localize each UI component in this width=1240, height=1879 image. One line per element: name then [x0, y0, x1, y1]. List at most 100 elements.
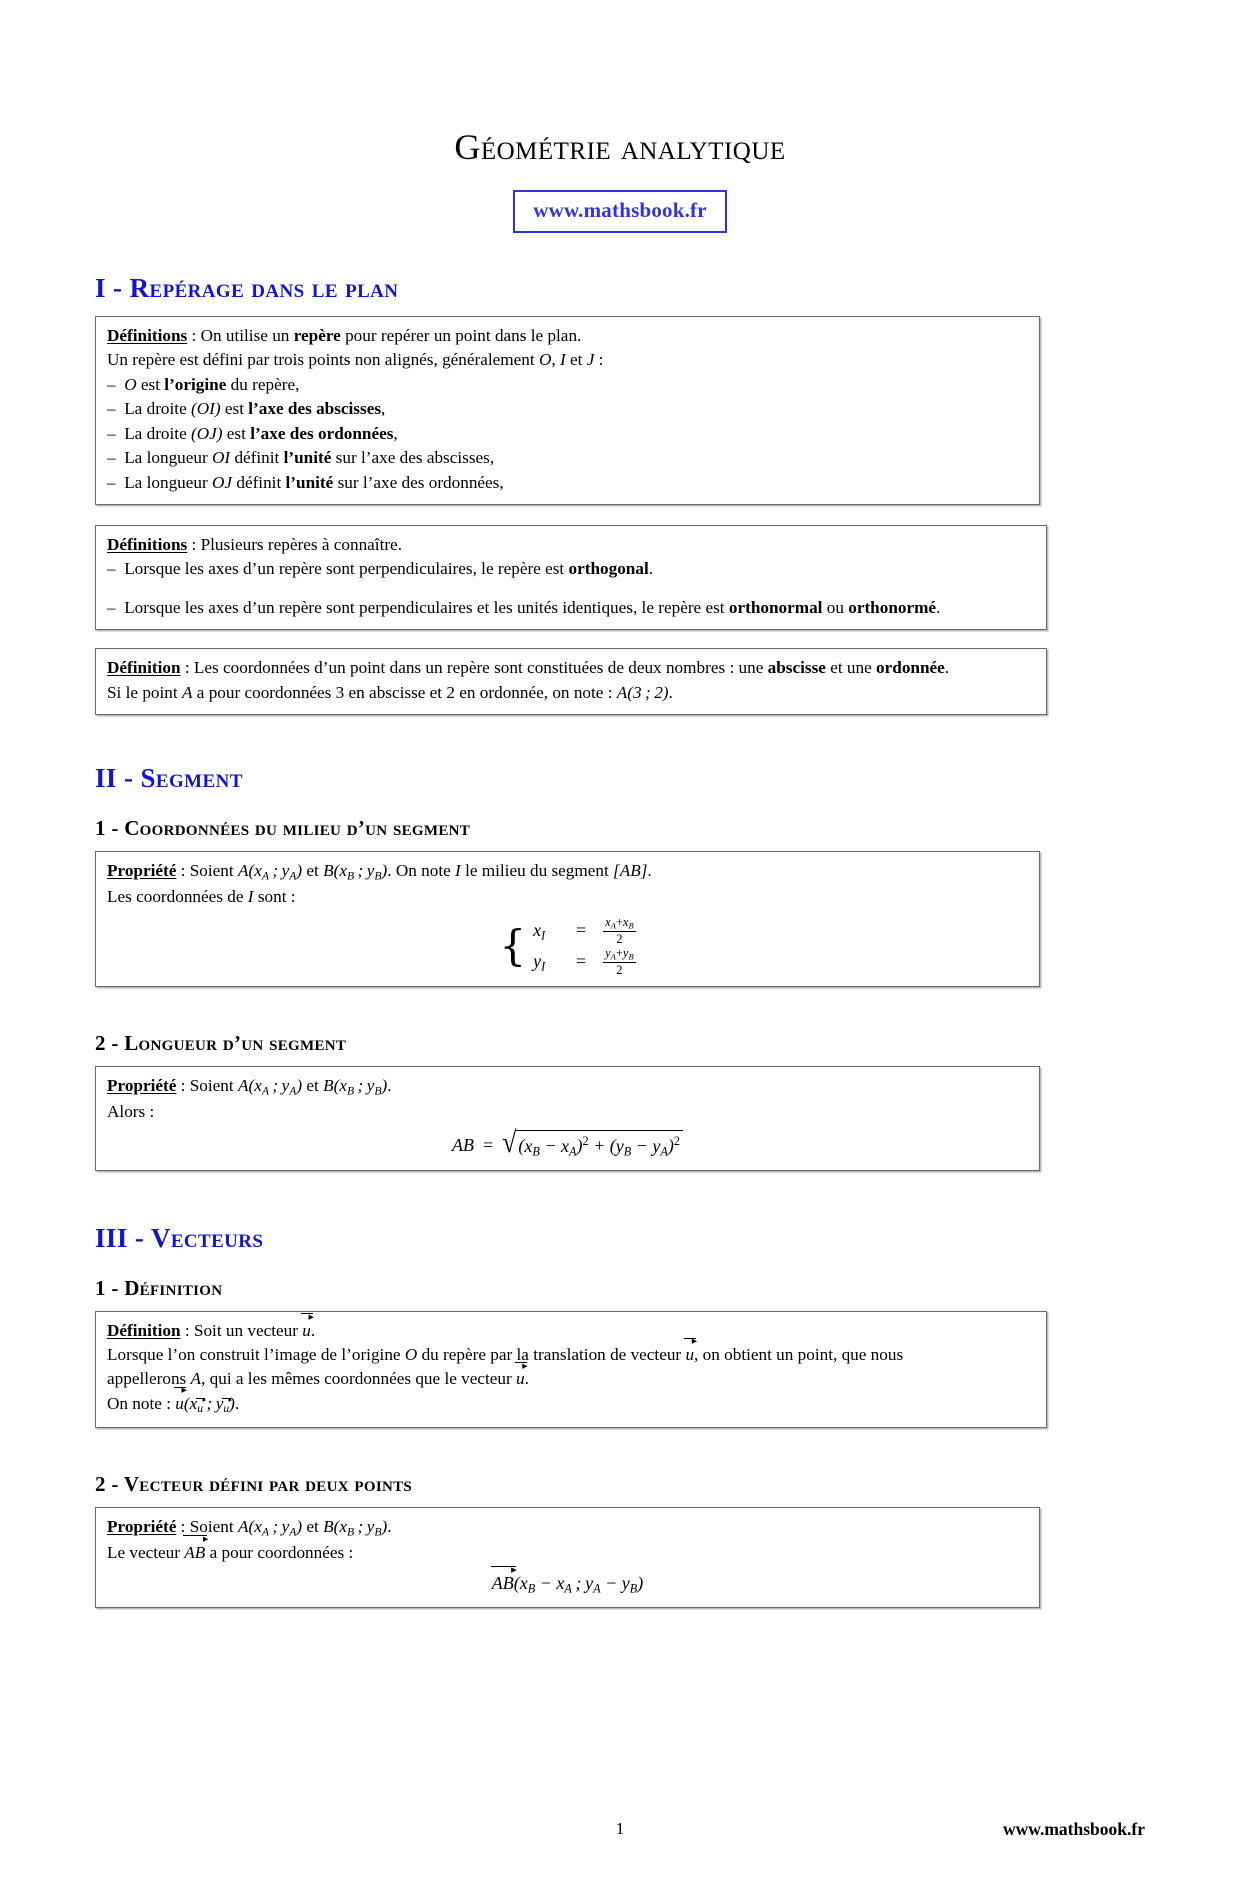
- math-point-B: B(xB ; yB): [323, 1516, 388, 1538]
- item-math: OI: [212, 448, 231, 468]
- item-pre: La longueur: [124, 472, 213, 492]
- box3-line-2: Si le point A a pour coordonnées 3 en ab…: [107, 681, 1035, 705]
- vector-arrow-icon: ▸: [202, 1534, 209, 1546]
- vector-arrow-icon: ▸: [691, 1336, 698, 1348]
- fraction-numerator: xA+xB: [603, 915, 636, 933]
- vec2-line-2: Le vecteur AB ▸ a pour coordonnées :: [107, 1534, 1028, 1565]
- row-lhs: yI: [533, 950, 546, 974]
- vector-u: u ▸: [684, 1337, 697, 1367]
- longueur-end: .: [387, 1076, 392, 1096]
- section-title-3: Vecteurs: [150, 1222, 264, 1253]
- box3-l2-post: .: [668, 682, 673, 702]
- vecteur-l3-pre: appellerons: [107, 1369, 191, 1389]
- milieu-l2-pre: Les coordonnées de: [107, 886, 248, 906]
- definition-box-orthogonal: Définitions : Plusieurs repères à connaî…: [95, 524, 1047, 631]
- vector-arrow-icon: ▸: [181, 1385, 187, 1397]
- box3-pre: : Les coordonnées d’un point dans un rep…: [180, 658, 768, 678]
- vecteur-line-4: On note : u ▸ (xu ▸ ; yu ▸).: [107, 1386, 1035, 1418]
- item-bold-1: orthonormal: [728, 597, 823, 617]
- box2-intro: : Plusieurs repères à connaître.: [187, 534, 402, 554]
- vec2-label: Propriété: [107, 1516, 177, 1536]
- list-item: Lorsque les axes d’un repère sont perpen…: [107, 596, 1035, 620]
- longueur-pre: : Soient: [176, 1076, 238, 1096]
- math-point-A: A(xA ; yA): [237, 861, 303, 883]
- subsection-heading-3-2: 2 - Vecteur défini par deux points: [95, 1472, 1240, 1497]
- vector-AB-coords: (xB − xA ; yA − yB): [513, 1573, 644, 1596]
- vector-u-coords: (xu ▸ ; yu ▸): [184, 1394, 235, 1415]
- definition-box-vecteur: Définition : Soit un vecteur u ▸. Lorsque…: [95, 1310, 1047, 1428]
- math-point-B: B(xB ; yB): [323, 1076, 388, 1098]
- vec2-mid: et: [302, 1516, 324, 1536]
- fraction-denominator: 2: [616, 932, 623, 947]
- math-A: A: [181, 682, 193, 702]
- item-math: (OI): [191, 399, 221, 419]
- longueur-label: Propriété: [107, 1076, 177, 1096]
- vecteur-label: Définition: [107, 1320, 181, 1340]
- milieu-label: Propriété: [107, 861, 177, 881]
- site-url-badge[interactable]: www.mathsbook.fr: [513, 190, 727, 233]
- system-rows: xI = xA+xB 2 yI = yA+yB 2: [533, 915, 636, 977]
- box1-intro: : On utilise un: [187, 326, 294, 345]
- math-segment-AB: [AB]: [613, 861, 648, 881]
- item-bold: l’axe des abscisses: [248, 399, 382, 419]
- item-pre: Lorsque les axes d’un repère sont perpen…: [124, 597, 729, 617]
- vector-arrow-icon: ▸: [522, 1360, 528, 1372]
- subsection-heading-2-1: 1 - Coordonnées du milieu d’un segment: [95, 816, 1240, 841]
- row-equals: =: [575, 920, 587, 941]
- row-lhs: xI: [533, 919, 546, 943]
- property-box-milieu: Propriété : Soient A(xA ; yA) et B(xB ; …: [95, 851, 1040, 988]
- list-item: La droite (OJ) est l’axe des ordonnées,: [107, 422, 1028, 446]
- section-heading-2: II - Segment: [95, 763, 1240, 794]
- item-post: sur l’axe des ordonnées,: [333, 472, 504, 492]
- math-point-B: B(xB ; yB): [323, 861, 388, 883]
- item-pre: La longueur: [124, 448, 213, 468]
- vector-arrow-icon: ▸: [308, 1312, 314, 1324]
- vector-coordinates-formula: AB ▸ (xB − xA ; yA − yB): [107, 1565, 1028, 1598]
- box3-label: Définition: [107, 658, 181, 678]
- box2-label: Définitions: [107, 534, 188, 554]
- item-post: .: [936, 597, 941, 617]
- milieu-end: .: [647, 861, 652, 881]
- fraction: yA+yB 2: [603, 946, 636, 977]
- system-row: xI = xA+xB 2: [533, 915, 636, 946]
- longueur-line-1: Propriété : Soient A(xA ; yA) et B(xB ; …: [107, 1074, 1028, 1100]
- item-bold: l’axe des ordonnées: [250, 423, 394, 443]
- vector-AB: AB ▸: [490, 1565, 517, 1597]
- vecteur-pre: : Soit un vecteur: [180, 1320, 303, 1340]
- subsection-number: 2 -: [95, 1471, 124, 1496]
- footer-url[interactable]: www.mathsbook.fr: [1003, 1819, 1145, 1840]
- box3-l2-mid: a pour coordonnées 3 en abscisse et 2 en…: [192, 682, 617, 702]
- box3-bold-1: abscisse: [767, 658, 826, 678]
- subsection-heading-3-1: 1 - Définition: [95, 1276, 1240, 1301]
- subsection-number: 1 -: [95, 816, 125, 841]
- milieu-pre: : Soient: [176, 861, 238, 881]
- box3-mid: et une: [825, 658, 877, 678]
- radicand: (xB − xA)2 + (yB − yA)2: [515, 1130, 684, 1160]
- item-bold: orthogonal: [568, 559, 649, 579]
- item-pre: La droite: [124, 399, 191, 419]
- box1-sep2: et: [565, 350, 587, 370]
- vecteur-l4-post: .: [234, 1393, 240, 1413]
- page: Géométrie analytique www.mathsbook.fr I …: [0, 126, 1240, 1879]
- section-number-2: II -: [95, 763, 141, 794]
- section-heading-1: I - Repérage dans le plan: [95, 273, 1240, 304]
- vecteur-l2-pre: Lorsque l’on construit l’image de l’orig…: [107, 1345, 405, 1364]
- math-point-A: A(xA ; yA): [237, 1516, 303, 1538]
- list-item: O est l’origine du repère,: [107, 373, 1028, 397]
- math-point-A-coords: A(3 ; 2): [616, 682, 669, 702]
- math-A: A: [190, 1369, 202, 1389]
- vec2-l2-post: a pour coordonnées :: [205, 1542, 354, 1562]
- system-row: yI = yA+yB 2: [533, 946, 636, 977]
- item-post: .: [648, 559, 654, 579]
- box1-label: Définitions: [107, 326, 188, 345]
- vecteur-line-3: appellerons A, qui a les mêmes coordonné…: [107, 1361, 1035, 1391]
- milieu-line-2: Les coordonnées de I sont :: [107, 885, 1028, 909]
- box3-l2-pre: Si le point: [107, 682, 182, 702]
- section-heading-3: III - Vecteurs: [95, 1223, 1240, 1254]
- brace-icon: {: [499, 921, 527, 971]
- section-title-2: Segment: [140, 763, 243, 794]
- formula-lhs: AB: [451, 1135, 474, 1156]
- item-post: sur l’axe des abscisses,: [331, 448, 495, 468]
- vector-AB: AB ▸: [183, 1534, 208, 1565]
